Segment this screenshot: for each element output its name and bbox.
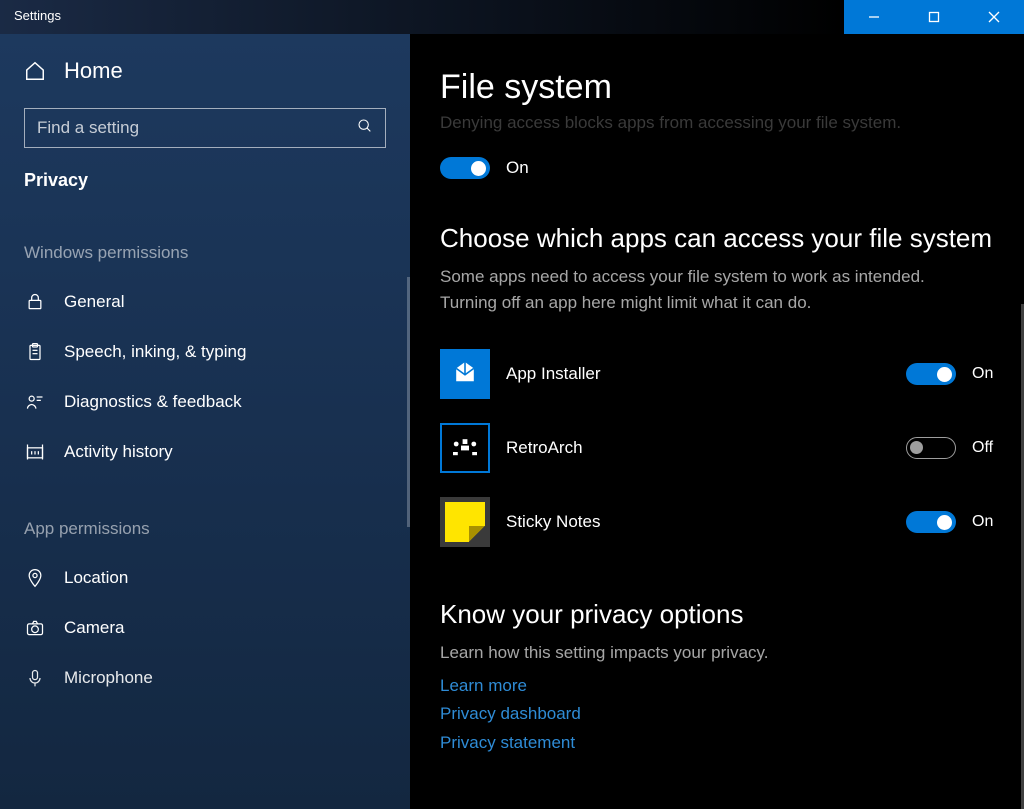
- lock-icon: [24, 291, 46, 313]
- app-toggle-app-installer[interactable]: [906, 363, 956, 385]
- sidebar-item-diagnostics[interactable]: Diagnostics & feedback: [0, 377, 410, 427]
- feedback-icon: [24, 391, 46, 413]
- search-box[interactable]: [24, 108, 386, 148]
- sidebar-item-label: Diagnostics & feedback: [64, 392, 242, 412]
- main-panel: File system Denying access blocks apps f…: [410, 34, 1024, 809]
- master-toggle[interactable]: [440, 157, 490, 179]
- microphone-icon: [24, 667, 46, 689]
- nav-list-app: Location Camera Microphone: [0, 553, 410, 703]
- clipboard-icon: [24, 341, 46, 363]
- retroarch-icon: [440, 423, 490, 473]
- content: Home Privacy Windows permissions General: [0, 34, 1024, 809]
- master-toggle-row: On: [440, 157, 996, 179]
- activity-icon: [24, 441, 46, 463]
- minimize-icon: [868, 11, 880, 23]
- app-name-label: RetroArch: [506, 438, 906, 458]
- link-privacy-statement[interactable]: Privacy statement: [440, 729, 996, 758]
- app-row-retroarch: RetroArch Off: [440, 411, 996, 485]
- app-name-label: Sticky Notes: [506, 512, 906, 532]
- sidebar-item-general[interactable]: General: [0, 277, 410, 327]
- close-button[interactable]: [964, 0, 1024, 34]
- link-privacy-dashboard[interactable]: Privacy dashboard: [440, 700, 996, 729]
- sidebar-item-label: General: [64, 292, 124, 312]
- location-icon: [24, 567, 46, 589]
- clipped-description: Denying access blocks apps from accessin…: [440, 113, 996, 133]
- sidebar-item-camera[interactable]: Camera: [0, 603, 410, 653]
- choose-apps-description: Some apps need to access your file syste…: [440, 264, 980, 315]
- home-icon: [24, 60, 46, 82]
- section-header-windows: Windows permissions: [0, 201, 410, 277]
- titlebar: Settings: [0, 0, 1024, 34]
- home-button[interactable]: Home: [0, 34, 410, 104]
- master-toggle-label: On: [506, 158, 529, 178]
- sidebar-item-location[interactable]: Location: [0, 553, 410, 603]
- minimize-button[interactable]: [844, 0, 904, 34]
- know-privacy-description: Learn how this setting impacts your priv…: [440, 640, 980, 666]
- page-title: File system: [440, 68, 996, 107]
- app-toggle-sticky-notes[interactable]: [906, 511, 956, 533]
- search-input[interactable]: [37, 118, 357, 138]
- sidebar-item-label: Activity history: [64, 442, 173, 462]
- settings-window: Settings Home: [0, 0, 1024, 809]
- app-name-label: App Installer: [506, 364, 906, 384]
- app-toggle-retroarch[interactable]: [906, 437, 956, 459]
- app-toggle-label: On: [972, 365, 993, 383]
- app-toggle-label: Off: [972, 439, 993, 457]
- sidebar-item-label: Camera: [64, 618, 124, 638]
- sidebar-item-speech[interactable]: Speech, inking, & typing: [0, 327, 410, 377]
- app-toggle-label: On: [972, 513, 993, 531]
- window-title: Settings: [0, 0, 844, 34]
- sidebar: Home Privacy Windows permissions General: [0, 34, 410, 809]
- sidebar-item-label: Location: [64, 568, 128, 588]
- maximize-button[interactable]: [904, 0, 964, 34]
- category-label: Privacy: [0, 154, 410, 201]
- sticky-notes-icon: [440, 497, 490, 547]
- section-header-app: App permissions: [0, 477, 410, 553]
- maximize-icon: [928, 11, 940, 23]
- home-label: Home: [64, 58, 123, 84]
- sidebar-item-label: Microphone: [64, 668, 153, 688]
- app-row-sticky-notes: Sticky Notes On: [440, 485, 996, 559]
- sidebar-item-activity[interactable]: Activity history: [0, 427, 410, 477]
- close-icon: [988, 11, 1000, 23]
- nav-list-windows: General Speech, inking, & typing Diagnos…: [0, 277, 410, 477]
- search-icon: [357, 118, 373, 139]
- app-installer-icon: [440, 349, 490, 399]
- choose-apps-title: Choose which apps can access your file s…: [440, 223, 996, 254]
- know-privacy-title: Know your privacy options: [440, 599, 996, 630]
- caption-buttons: [844, 0, 1024, 34]
- sidebar-item-microphone[interactable]: Microphone: [0, 653, 410, 703]
- sidebar-item-label: Speech, inking, & typing: [64, 342, 246, 362]
- camera-icon: [24, 617, 46, 639]
- link-learn-more[interactable]: Learn more: [440, 672, 996, 701]
- app-row-app-installer: App Installer On: [440, 337, 996, 411]
